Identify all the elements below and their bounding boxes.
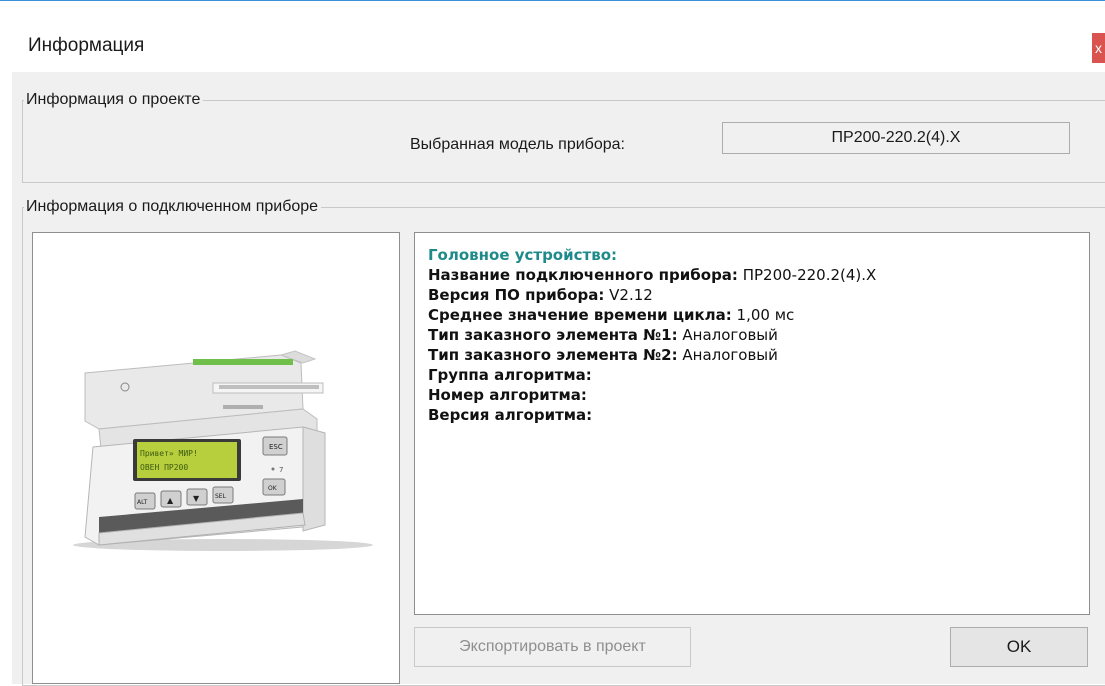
svg-text:OK: OK bbox=[268, 485, 278, 492]
export-to-project-button[interactable]: Экспортировать в проект bbox=[414, 627, 691, 667]
info-line: Название подключенного прибора: ПР200-22… bbox=[428, 266, 877, 284]
info-line: Номер алгоритма: bbox=[428, 386, 587, 404]
close-button[interactable]: x bbox=[1092, 33, 1105, 63]
info-line: Тип заказного элемента №2: Аналоговый bbox=[428, 346, 778, 364]
info-line: Группа алгоритма: bbox=[428, 366, 592, 384]
info-line: Тип заказного элемента №1: Аналоговый bbox=[428, 326, 778, 344]
lcd-line-1: Привет» МИР! bbox=[140, 449, 198, 458]
info-line: Версия ПО прибора: V2.12 bbox=[428, 286, 653, 304]
svg-text:▲: ▲ bbox=[167, 496, 174, 505]
svg-text:SEL: SEL bbox=[215, 493, 227, 500]
project-info-legend: Информация о проекте bbox=[26, 91, 201, 108]
device-image: Привет» МИР! ОВЕН ПР200 ESC 7 ALT ▲ ▼ SE… bbox=[73, 350, 373, 551]
info-line: Версия алгоритма: bbox=[428, 406, 593, 424]
device-info-legend: Информация о подключенном приборе bbox=[26, 198, 319, 215]
info-heading: Головное устройство: bbox=[428, 246, 618, 264]
svg-text:7: 7 bbox=[279, 466, 283, 474]
selected-model-label: Выбранная модель прибора: bbox=[410, 136, 625, 153]
svg-text:ESC: ESC bbox=[269, 443, 283, 451]
svg-text:ALT: ALT bbox=[137, 499, 148, 506]
info-line: Среднее значение времени цикла: 1,00 мс bbox=[428, 306, 795, 324]
title-bar: Информация bbox=[0, 1, 1105, 71]
device-image-panel: Привет» МИР! ОВЕН ПР200 ESC 7 ALT ▲ ▼ SE… bbox=[32, 232, 400, 684]
selected-model-field[interactable]: ПР200-220.2(4).X bbox=[722, 122, 1070, 154]
lcd-line-2: ОВЕН ПР200 bbox=[140, 463, 188, 472]
device-info-panel[interactable]: Головное устройство: Название подключенн… bbox=[414, 232, 1090, 615]
svg-text:▼: ▼ bbox=[193, 494, 200, 503]
window-title: Информация bbox=[28, 35, 145, 56]
ok-button[interactable]: OK bbox=[950, 627, 1088, 667]
